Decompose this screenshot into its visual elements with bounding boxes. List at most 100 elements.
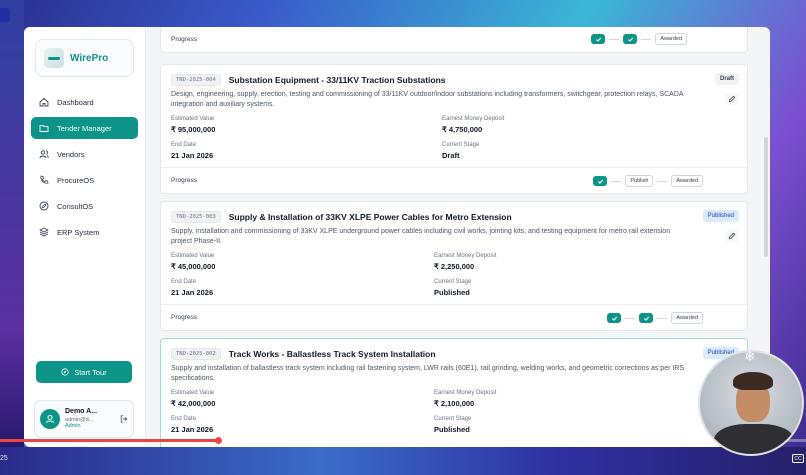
status-badge: Published (702, 210, 739, 222)
step-publish[interactable]: Publish (625, 175, 654, 187)
field-label: Estimated Value (171, 390, 215, 397)
progress-label: Progress (171, 314, 198, 321)
progress-steps: Awarded (607, 312, 703, 324)
field-value: ₹ 2,250,000 (434, 262, 475, 272)
sidebar-item-procureos[interactable]: ProcureOS (31, 169, 138, 191)
video-time: 25 (0, 455, 8, 462)
sidebar-item-label: ConsultOS (57, 201, 94, 211)
sidebar-item-label: Dashboard (57, 97, 94, 107)
webcam-hair (733, 372, 773, 390)
field-current-stage: Current Stage Published (434, 416, 471, 434)
video-scrubber[interactable] (214, 437, 222, 444)
captions-icon[interactable]: CC (792, 454, 804, 463)
sidebar-item-label: Vendors (57, 149, 85, 159)
tender-card[interactable]: TND-2025-002 Track Works - Ballastless T… (160, 338, 748, 447)
step-awarded: Awarded (671, 312, 703, 324)
sidebar: WirePro Dashboard Tender Manager Vendors (24, 27, 146, 447)
step-connector (611, 180, 622, 182)
field-value: Draft (442, 151, 460, 161)
phone-icon (39, 175, 49, 185)
logo-icon (44, 48, 64, 68)
tender-title: Supply & Installation of 33KV XLPE Power… (228, 212, 512, 222)
field-current-stage: Current Stage Draft (442, 142, 479, 160)
avatar (40, 409, 60, 429)
tender-card[interactable]: TND-2025-003 Supply & Installation of 33… (160, 201, 748, 331)
tender-fields: Estimated Value ₹ 95,000,000 Earnest Mon… (171, 116, 737, 172)
field-end-date: End Date 21 Jan 2026 (171, 416, 213, 434)
tender-id: TND-2025-002 (171, 348, 221, 360)
corner-badge (0, 8, 10, 22)
user-info: Demo A... admin@d... Admin (65, 408, 115, 430)
step-connector (657, 317, 668, 319)
tender-description: Supply, installation and commissioning o… (171, 228, 671, 246)
logout-icon[interactable] (120, 415, 128, 423)
compass-icon (39, 201, 49, 211)
layers-icon (39, 227, 49, 237)
snowflake-icon: ❄ (744, 348, 756, 364)
brand-logo[interactable]: WirePro (35, 39, 134, 77)
sidebar-item-consultos[interactable]: ConsultOS (31, 195, 138, 217)
tender-card[interactable]: TND-2025-004 Substation Equipment - 33/1… (160, 64, 748, 194)
sidebar-item-dashboard[interactable]: Dashboard (31, 91, 138, 113)
field-label: Current Stage (434, 416, 472, 423)
app-window: WirePro Dashboard Tender Manager Vendors (24, 27, 770, 447)
field-label: Estimated Value (171, 253, 215, 260)
field-value: 21 Jan 2026 (171, 151, 214, 161)
user-name: Demo A... (65, 408, 98, 416)
video-progress-fill (0, 439, 218, 442)
progress-label: Progress (171, 177, 198, 184)
user-email: admin@d... (65, 416, 94, 423)
scrollbar[interactable] (764, 137, 768, 257)
user-icon (46, 415, 54, 424)
progress-label: Progress (171, 36, 198, 43)
start-tour-button[interactable]: Start Tour (36, 361, 132, 383)
progress-steps: Publish Awarded (593, 175, 703, 187)
sidebar-nav: Dashboard Tender Manager Vendors Procure… (31, 91, 138, 243)
users-icon (39, 149, 49, 159)
tender-id: TND-2025-003 (171, 211, 221, 223)
tender-id: TND-2025-004 (171, 74, 221, 86)
field-label: Earnest Money Deposit (434, 390, 497, 397)
sidebar-item-label: Tender Manager (57, 123, 112, 133)
video-progress-bar[interactable] (0, 437, 806, 444)
sidebar-item-tender-manager[interactable]: Tender Manager (31, 117, 138, 139)
field-label: Current Stage (442, 142, 480, 149)
edit-icon[interactable] (726, 230, 738, 242)
tender-fields: Estimated Value ₹ 45,000,000 Earnest Mon… (171, 253, 737, 309)
field-value: 21 Jan 2026 (171, 425, 214, 435)
brand-name: WirePro (70, 52, 109, 64)
compass-icon (61, 368, 69, 376)
check-icon (607, 313, 622, 323)
tender-description: Supply and installation of ballastless t… (171, 365, 685, 383)
step-connector (641, 38, 652, 40)
field-label: End Date (171, 142, 197, 149)
field-label: Earnest Money Deposit (442, 116, 505, 123)
field-value: ₹ 42,000,000 (171, 399, 216, 409)
status-badge: Draft (714, 73, 739, 85)
tender-title: Substation Equipment - 33/11KV Traction … (228, 75, 446, 85)
sidebar-item-vendors[interactable]: Vendors (31, 143, 138, 165)
field-value: Published (434, 288, 470, 298)
webcam-shirt (714, 424, 794, 454)
start-tour-label: Start Tour (74, 367, 107, 377)
field-value: ₹ 45,000,000 (171, 262, 216, 272)
field-value: 21 Jan 2026 (171, 288, 214, 298)
field-estimated-value: Estimated Value ₹ 42,000,000 (171, 390, 215, 408)
tender-fields: Estimated Value ₹ 42,000,000 Earnest Mon… (171, 390, 737, 446)
field-value: ₹ 2,100,000 (434, 399, 475, 409)
field-label: Earnest Money Deposit (434, 253, 497, 260)
background-left (0, 0, 24, 475)
background-bottom (0, 447, 806, 475)
field-end-date: End Date 21 Jan 2026 (171, 279, 213, 297)
field-value: ₹ 4,750,000 (442, 125, 483, 135)
sidebar-item-erp-system[interactable]: ERP System (31, 221, 138, 243)
field-label: Current Stage (434, 279, 472, 286)
field-label: End Date (171, 416, 197, 423)
edit-icon[interactable] (726, 93, 738, 105)
tender-title: Track Works - Ballastless Track System I… (228, 349, 436, 359)
field-label: Estimated Value (171, 116, 215, 123)
field-estimated-value: Estimated Value ₹ 45,000,000 (171, 253, 215, 271)
check-icon (593, 176, 608, 186)
card-header: TND-2025-003 Supply & Installation of 33… (161, 202, 747, 223)
user-profile[interactable]: Demo A... admin@d... Admin (34, 400, 134, 438)
